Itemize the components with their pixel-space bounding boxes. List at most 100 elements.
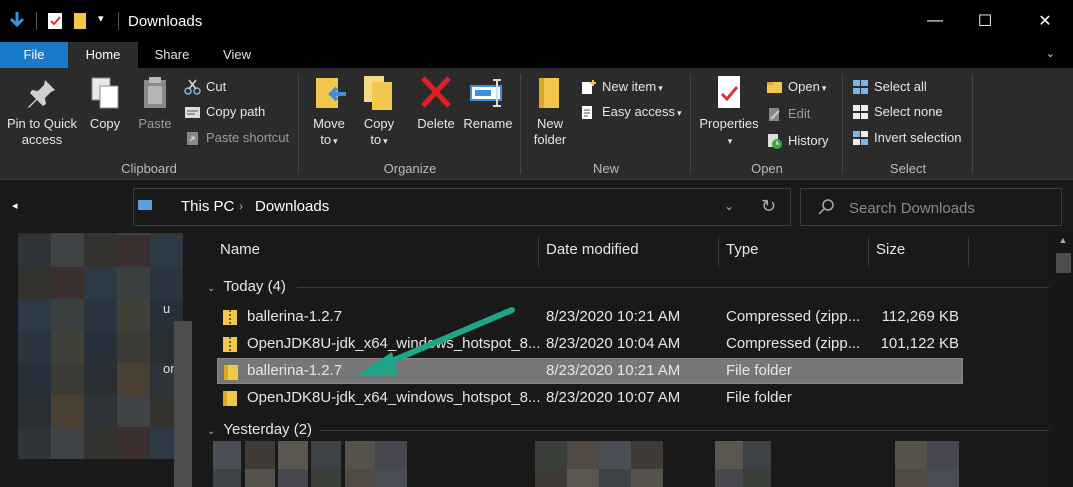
copy-icon [91,77,119,109]
rename-button[interactable]: Rename [462,74,514,132]
column-divider[interactable] [968,237,969,267]
file-date: 8/23/2020 10:04 AM [546,335,681,352]
new-item-icon [582,80,596,94]
maximize-button[interactable]: ☐ [960,0,1010,42]
copy-button[interactable]: Copy [84,74,126,132]
blur-block [150,235,183,267]
ribbon-expand-icon[interactable]: ⌄ [1046,47,1055,60]
group-header-yesterday[interactable]: ⌄ Yesterday (2) [207,421,312,438]
download-arrow-icon[interactable] [8,11,26,31]
blur-block [51,395,84,427]
paste-button[interactable]: Paste [132,74,178,132]
blur-block [117,395,150,427]
column-header-name[interactable]: Name [220,233,260,267]
ribbon: Pin to Quick access Copy Paste Cut Copy … [0,68,1073,180]
file-list-scrollbar[interactable]: ▲ [1053,233,1073,487]
pin-to-quick-access-button[interactable]: Pin to Quick access [4,74,80,148]
new-group: New folder New item ▾ Easy access ▾ New [522,68,690,180]
address-bar[interactable]: This PC › Downloads ⌄ ↻ [133,188,791,226]
pin-label-line2: access [21,132,63,147]
breadcrumb-downloads[interactable]: Downloads [255,198,329,215]
breadcrumb-separator-icon[interactable]: › [239,199,243,213]
delete-button[interactable]: Delete [414,74,458,132]
back-arrow-icon[interactable]: ◂ [12,199,18,212]
navpane-scrollbar[interactable] [174,321,192,487]
move-to-button[interactable]: Move to ▾ [306,74,352,149]
column-header-size[interactable]: Size [876,233,905,267]
new-item-button[interactable]: New item ▾ [580,76,663,98]
select-none-label: Select none [874,104,943,119]
invert-selection-button[interactable]: Invert selection [852,127,961,149]
column-header-type[interactable]: Type [726,233,759,267]
blur-block [117,267,150,299]
file-size: 112,269 KB [881,308,959,325]
clipboard-group-label: Clipboard [121,161,177,176]
blur-block [895,441,927,469]
chevron-down-icon[interactable]: ⌄ [207,426,215,437]
column-divider[interactable] [538,237,539,267]
address-dropdown-icon[interactable]: ⌄ [724,199,734,213]
cut-label: Cut [206,79,227,94]
file-row-selected[interactable]: ballerina-1.2.7 8/23/2020 10:21 AM File … [217,358,963,384]
open-button[interactable]: Open ▾ [766,76,826,98]
blur-block [345,469,375,487]
blur-block [375,469,407,487]
titlebar-separator [36,12,37,30]
search-input[interactable] [849,197,1049,219]
file-date: 8/23/2020 10:21 AM [546,362,681,379]
column-header-date[interactable]: Date modified [546,233,639,267]
file-row[interactable]: ballerina-1.2.7 8/23/2020 10:21 AM Compr… [217,304,963,330]
qat-dropdown-icon[interactable]: ▾ [98,12,104,25]
select-none-icon [853,105,868,119]
blur-block [245,441,275,469]
copy-to-button[interactable]: Copy to ▾ [356,74,402,149]
properties-button[interactable]: Properties ▾ [696,74,762,149]
easy-access-button[interactable]: Easy access ▾ [580,101,682,123]
rename-label: Rename [463,116,513,131]
edit-button[interactable]: Edit [766,103,810,125]
blur-block [18,299,51,331]
blur-block [278,469,308,487]
pin-label-line1: Pin to Quick [6,116,78,131]
history-button[interactable]: History [766,130,828,152]
select-none-button[interactable]: Select none [852,101,943,123]
search-box [800,188,1062,226]
file-name: ballerina-1.2.7 [247,308,343,325]
chevron-down-icon[interactable]: ⌄ [207,283,215,294]
blur-block [18,331,51,363]
refresh-icon[interactable]: ↻ [761,196,776,217]
paste-shortcut-button[interactable]: Paste shortcut [184,127,289,149]
file-row[interactable]: OpenJDK8U-jdk_x64_windows_hotspot_8... 8… [217,385,963,411]
file-type: Compressed (zipp... [726,308,861,325]
file-type: File folder [726,389,792,406]
zip-folder-icon [223,337,237,352]
cut-button[interactable]: Cut [184,76,226,98]
select-all-button[interactable]: Select all [852,76,927,98]
select-all-icon [853,80,868,94]
blur-block [84,427,117,459]
tab-home[interactable]: Home [68,42,138,68]
blur-block [927,469,959,487]
scroll-up-icon[interactable]: ▲ [1053,235,1073,245]
breadcrumb-this-pc[interactable]: This PC [181,198,234,215]
blur-block [84,235,117,267]
blur-block [18,427,51,459]
file-row[interactable]: OpenJDK8U-jdk_x64_windows_hotspot_8... 8… [217,331,963,357]
group-header-today[interactable]: ⌄ Today (4) [207,278,286,295]
blur-block [117,427,150,459]
minimize-button[interactable]: — [910,0,960,42]
tab-view[interactable]: View [208,42,266,68]
new-folder-button[interactable]: New folder [528,74,572,148]
column-divider[interactable] [868,237,869,267]
close-button[interactable]: ✕ [1020,0,1070,42]
column-divider[interactable] [718,237,719,267]
new-item-caret-icon: ▾ [658,83,663,93]
new-folder-icon[interactable] [72,11,88,31]
tab-share[interactable]: Share [142,42,202,68]
tab-file[interactable]: File [0,42,68,68]
properties-check-icon[interactable] [46,11,64,31]
blur-block [599,441,631,469]
properties-caret-icon: ▾ [727,136,733,146]
scrollbar-thumb[interactable] [1056,253,1071,273]
copy-path-button[interactable]: Copy path [184,101,265,123]
